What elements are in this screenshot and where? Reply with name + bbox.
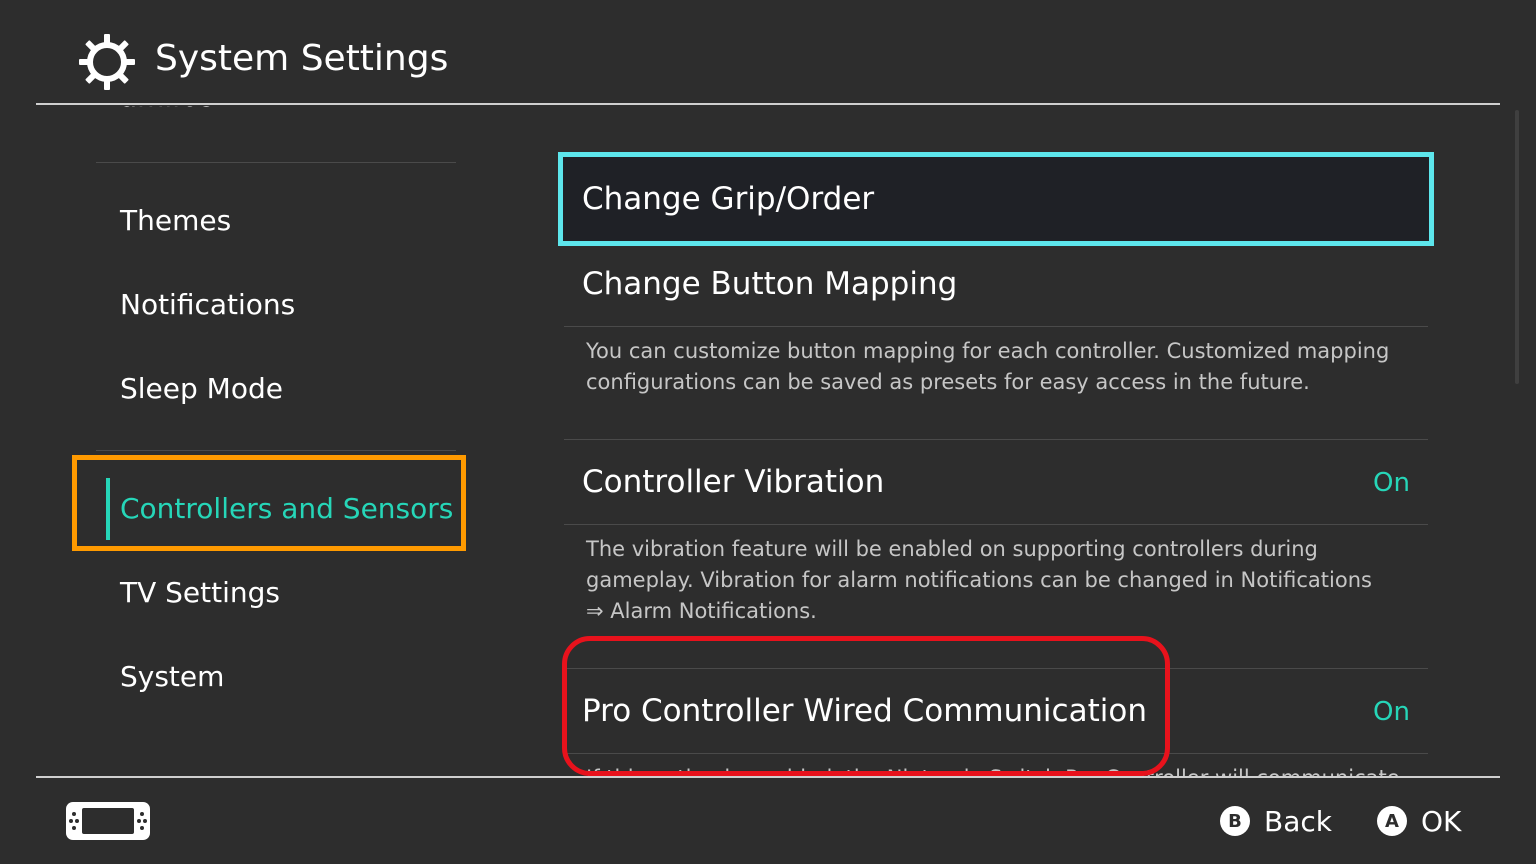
vibration-description: The vibration feature will be enabled on… <box>586 537 1372 623</box>
sidebar-item-system[interactable]: System <box>120 660 224 693</box>
sidebar-divider <box>96 450 456 451</box>
red-annotation-box <box>562 636 1170 776</box>
sidebar-item-notifications[interactable]: Notifications <box>120 288 295 321</box>
a-button-icon: A <box>1377 806 1407 836</box>
settings-panel: Change Grip/Order Change Button Mapping … <box>492 106 1502 776</box>
row-divider <box>564 524 1428 525</box>
sidebar-item-sleep-mode[interactable]: Sleep Mode <box>120 372 283 405</box>
gear-icon <box>79 34 135 90</box>
handheld-console-icon <box>66 802 150 840</box>
sidebar-item-tv-settings[interactable]: TV Settings <box>120 576 280 609</box>
change-button-mapping-item[interactable]: Change Button Mapping <box>582 266 957 302</box>
header: System Settings <box>0 0 1536 104</box>
controller-vibration-item[interactable]: Controller Vibration <box>582 464 884 500</box>
ok-label: OK <box>1421 804 1462 838</box>
change-grip-order-item[interactable]: Change Grip/Order <box>582 181 874 217</box>
controller-vibration-value: On <box>1373 468 1410 498</box>
button-mapping-description: You can customize button mapping for eac… <box>586 339 1390 394</box>
b-button-icon: B <box>1220 806 1250 836</box>
sidebar-item-controllers-and-sensors[interactable]: Controllers and Sensors <box>120 492 453 525</box>
header-divider <box>36 103 1500 105</box>
back-label: Back <box>1264 804 1332 838</box>
page-title: System Settings <box>155 38 449 79</box>
active-indicator <box>106 478 110 540</box>
sidebar-item-amiibo-partial[interactable]: amiibo <box>120 106 215 113</box>
pro-controller-wired-communication-value: On <box>1373 697 1410 727</box>
scrollbar[interactable] <box>1515 110 1519 384</box>
row-divider <box>564 439 1428 440</box>
sidebar-item-themes[interactable]: Themes <box>120 204 231 237</box>
sidebar-divider <box>96 162 456 163</box>
sidebar: amiibo Themes Notifications Sleep Mode C… <box>0 106 492 776</box>
back-button[interactable]: B Back <box>1220 804 1332 838</box>
footer: B Back A OK <box>0 778 1536 864</box>
ok-button[interactable]: A OK <box>1377 804 1461 838</box>
row-divider <box>564 326 1428 327</box>
